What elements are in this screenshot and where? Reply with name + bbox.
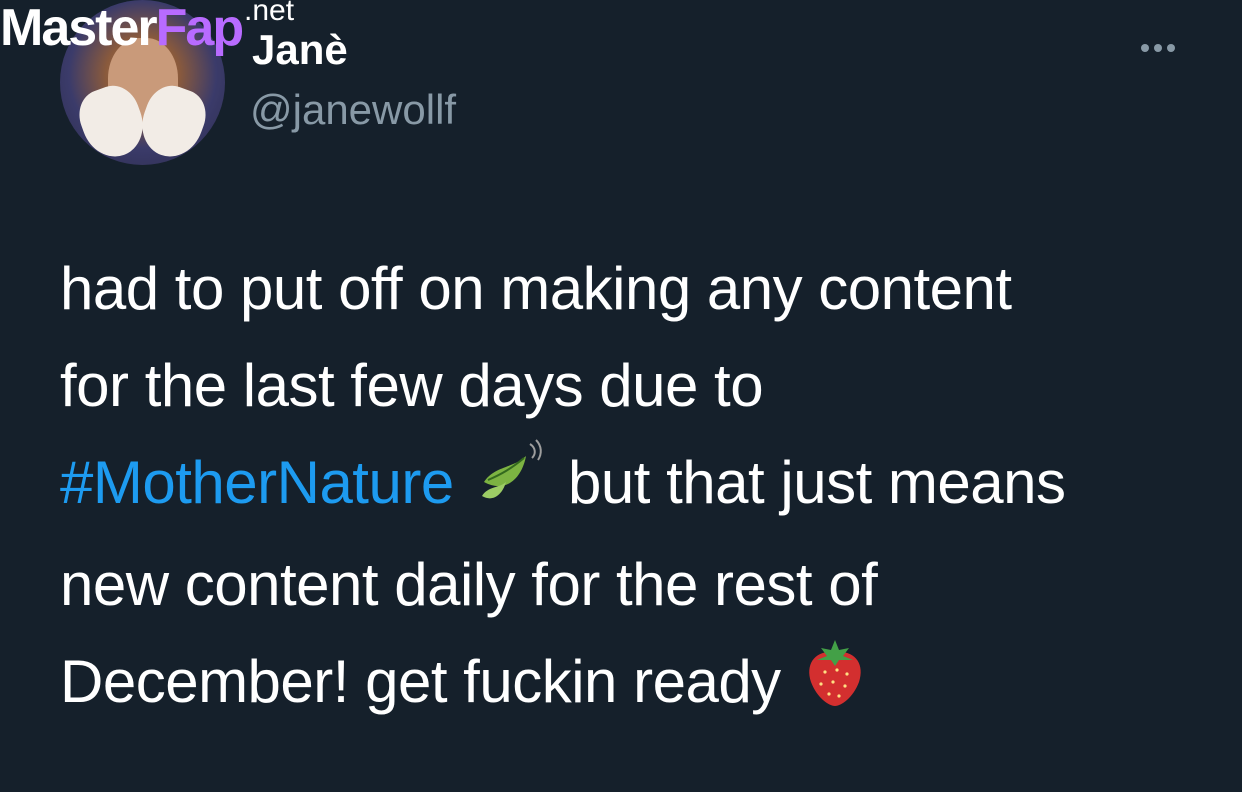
watermark-text-3: .net: [244, 0, 295, 27]
user-handle[interactable]: @janewollf: [250, 86, 456, 134]
tweet-line: for the last few days due to: [60, 352, 764, 419]
watermark-text-2: Fap: [155, 0, 244, 57]
tweet-line: #MotherNature but that just means: [60, 434, 1220, 536]
strawberry-icon: [803, 636, 867, 736]
more-options-button[interactable]: [1128, 30, 1188, 66]
watermark-text-1: Master: [0, 0, 158, 57]
more-dot-icon: [1167, 44, 1175, 52]
tweet-line: had to put off on making any content: [60, 255, 1012, 322]
tweet-line: new content daily for the rest of: [60, 551, 878, 619]
hashtag-link[interactable]: #MotherNature: [60, 449, 454, 516]
tweet-line-tail: but that just means: [568, 449, 1066, 516]
display-name[interactable]: Janè: [252, 26, 348, 74]
leaf-fluttering-icon: [476, 438, 546, 536]
tweet-line-text: December! get fuckin ready: [60, 648, 781, 716]
more-dot-icon: [1141, 44, 1149, 52]
tweet-text: had to put off on making any content for…: [60, 240, 1220, 736]
more-dot-icon: [1154, 44, 1162, 52]
tweet-line: December! get fuckin ready: [60, 633, 1220, 736]
watermark-logo: MasterFap .net: [0, 0, 294, 57]
